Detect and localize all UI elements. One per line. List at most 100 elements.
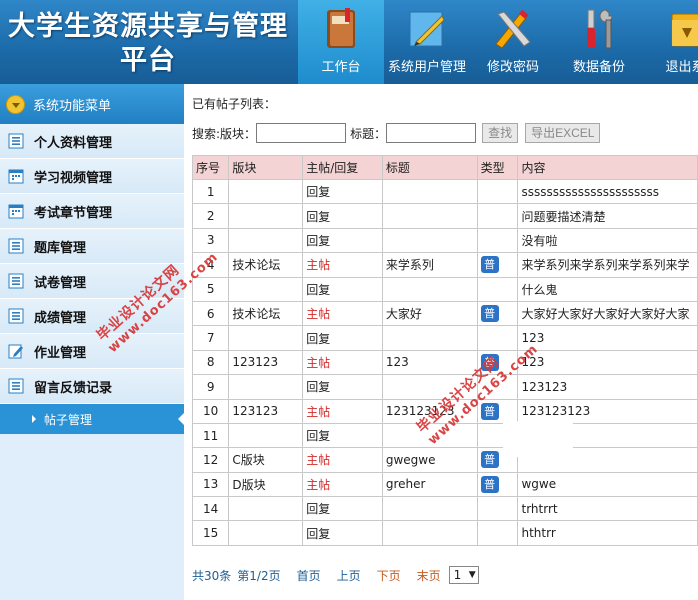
tools-icon — [587, 9, 613, 49]
nav-data-backup[interactable]: 数据备份 — [556, 0, 642, 84]
first-page-link[interactable]: 首页 — [297, 567, 321, 584]
cell-kind: 回复 — [302, 227, 383, 254]
cell-no: 11 — [191, 422, 230, 449]
prev-page-link[interactable]: 上页 — [337, 567, 361, 584]
nav-system-users[interactable]: 系统用户管理 — [384, 0, 470, 84]
export-excel-button[interactable]: 导出EXCEL — [525, 123, 601, 143]
last-page-link[interactable]: 末页 — [417, 567, 441, 584]
cell-no: 13 — [191, 471, 230, 498]
table-row: 8 123123 主帖 123 普 123 — [191, 349, 698, 376]
board-label: 版块： — [220, 126, 257, 141]
cell-kind: 回复 — [302, 374, 383, 400]
type-badge: 普 — [480, 256, 499, 274]
cell-kind: 回复 — [302, 276, 383, 302]
cell-board — [228, 496, 304, 522]
sidebar-item-profile[interactable]: 个人资料管理 — [0, 124, 184, 159]
cell-kind: 回复 — [302, 203, 383, 229]
cell-content: 来学系列来学系列来学系列来学 — [517, 252, 698, 278]
caret-right-icon — [32, 415, 36, 423]
col-header-type: 类型 — [476, 155, 519, 180]
cell-kind: 主帖 — [302, 447, 383, 473]
board-search-input[interactable] — [256, 123, 347, 143]
cell-kind: 回复 — [302, 178, 383, 205]
sidebar-item-videos[interactable]: 学习视频管理 — [0, 159, 184, 194]
nav-label: 退出系 — [665, 60, 698, 75]
nav-workbench[interactable]: 工作台 — [298, 0, 384, 84]
cell-no: 8 — [191, 349, 230, 376]
nav-change-password[interactable]: 修改密码 — [470, 0, 556, 84]
sidebar-item-scores[interactable]: 成绩管理 — [0, 299, 184, 334]
cell-board — [228, 276, 304, 302]
sidebar-item-chapters[interactable]: 考试章节管理 — [0, 194, 184, 229]
nav-label: 工作台 — [321, 60, 361, 75]
cell-type — [476, 276, 519, 302]
sidebar-item-homework[interactable]: 作业管理 — [0, 334, 184, 369]
page-select[interactable]: 1 — [448, 566, 479, 584]
cell-no: 9 — [191, 374, 230, 400]
cell-no: 6 — [191, 300, 230, 327]
cell-board: 技术论坛 — [228, 300, 304, 327]
cell-title — [381, 496, 478, 522]
table-row: 12 C版块 主帖 gwegwe 普 — [191, 447, 698, 473]
table-header-row: 序号 版块 主帖/回复 标题 类型 内容 — [191, 155, 698, 180]
list-icon — [8, 238, 24, 254]
cell-content: trhtrrt — [517, 496, 698, 522]
total-count: 共30条 — [192, 568, 232, 583]
posts-table: 序号 版块 主帖/回复 标题 类型 内容 1 回复 ssssssssssssssss… — [191, 155, 698, 546]
cell-no: 2 — [191, 203, 230, 229]
cell-no: 15 — [191, 520, 230, 546]
col-header-title: 标题 — [381, 155, 478, 180]
type-badge: 普 — [480, 475, 499, 493]
blank-patch — [503, 421, 573, 457]
cell-title: 123123123 — [381, 398, 478, 424]
cell-type: 普 — [476, 252, 519, 278]
table-row: 13 D版块 主帖 greher 普 wgwe — [191, 471, 698, 498]
cell-board — [228, 325, 304, 351]
cell-kind: 主帖 — [302, 300, 383, 327]
cell-kind: 回复 — [302, 422, 383, 449]
nav-label: 系统用户管理 — [387, 60, 466, 75]
list-icon — [8, 273, 24, 289]
page-info: 第1/2页 — [237, 568, 281, 583]
table-row: 15 回复 hthtrr — [191, 520, 698, 546]
sidebar-item-papers[interactable]: 试卷管理 — [0, 264, 184, 299]
cell-board — [228, 178, 304, 205]
cell-title — [381, 374, 478, 400]
cell-board — [228, 520, 304, 546]
cell-no: 1 — [191, 178, 230, 205]
cell-kind: 主帖 — [302, 349, 383, 376]
cell-content: wgwe — [517, 471, 698, 498]
cell-kind: 主帖 — [302, 398, 383, 424]
cell-title: gwegwe — [381, 447, 478, 473]
ruler-pencil-icon — [409, 11, 445, 47]
sidebar-heading[interactable]: 系统功能菜单 — [0, 84, 184, 124]
cell-kind: 主帖 — [302, 471, 383, 498]
cell-title — [381, 520, 478, 546]
cell-type — [476, 374, 519, 400]
chevron-down-icon — [6, 94, 25, 114]
type-badge: 普 — [480, 305, 499, 323]
type-badge: 普 — [480, 451, 499, 469]
find-button[interactable]: 查找 — [482, 123, 519, 143]
edit-icon — [8, 344, 23, 359]
title-search-input[interactable] — [386, 123, 477, 143]
sidebar-item-question-bank[interactable]: 题库管理 — [0, 229, 184, 264]
cell-title: 123 — [381, 349, 478, 376]
main-content: 已有帖子列表： 搜索: 版块： 标题： 查找 导出EXCEL 序号 版块 主帖/… — [191, 84, 698, 600]
sidebar-subitem-posts[interactable]: 帖子管理 — [0, 404, 185, 434]
type-badge: 普 — [480, 402, 499, 420]
next-page-link[interactable]: 下页 — [377, 567, 401, 584]
cell-board: 123123 — [228, 349, 304, 376]
nav-label: 修改密码 — [486, 60, 539, 75]
cell-content: 123123 — [517, 374, 698, 400]
cell-type — [476, 178, 519, 205]
cell-no: 4 — [191, 252, 230, 278]
cell-content: 没有啦 — [517, 227, 698, 254]
table-row: 7 回复 123 — [191, 325, 698, 351]
nav-logout[interactable]: 退出系 — [642, 0, 698, 84]
cell-no: 3 — [191, 227, 230, 254]
sidebar-item-feedback[interactable]: 留言反馈记录 — [0, 369, 184, 404]
cell-kind: 回复 — [302, 325, 383, 351]
app-title: 大学生资源共享与管理平台 — [8, 11, 288, 76]
col-header-kind: 主帖/回复 — [302, 155, 383, 180]
